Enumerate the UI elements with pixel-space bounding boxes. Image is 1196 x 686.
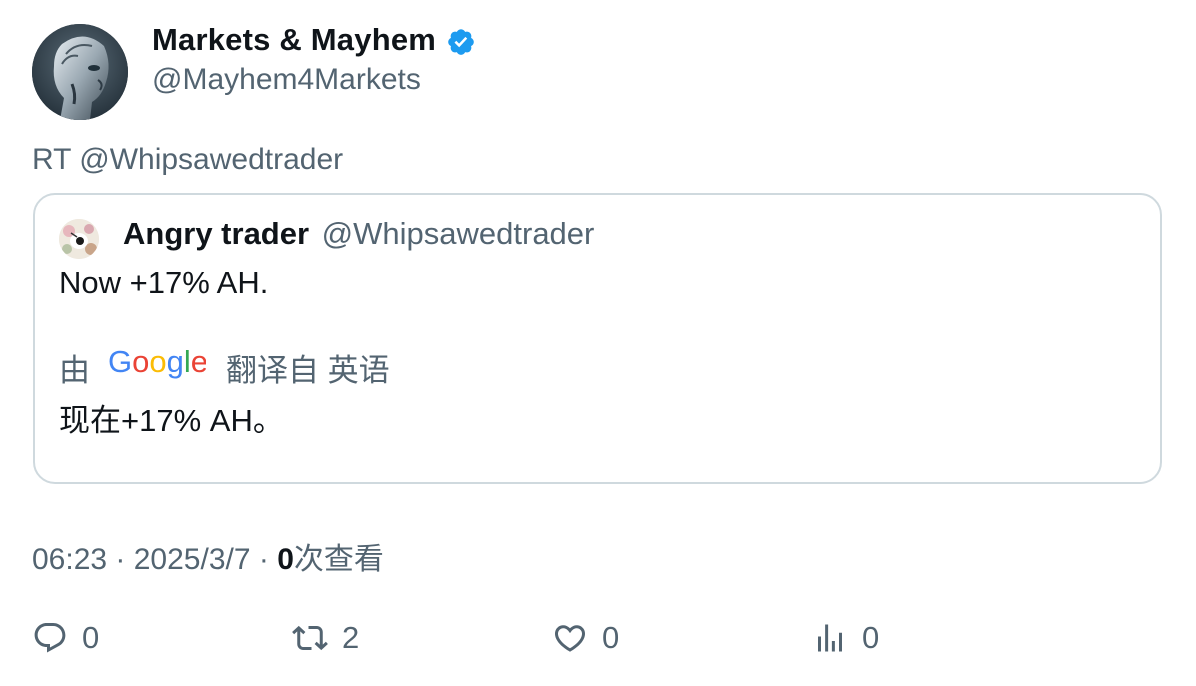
meta-separator: · bbox=[250, 543, 278, 576]
quoted-author-handle[interactable]: @Whipsawedtrader bbox=[322, 216, 595, 251]
like-count: 0 bbox=[602, 620, 620, 655]
views-count: 0 bbox=[277, 543, 294, 576]
quoted-author-name[interactable]: Angry trader bbox=[123, 216, 309, 251]
verified-badge-icon[interactable] bbox=[446, 27, 476, 57]
robot-avatar-image bbox=[32, 24, 128, 120]
retweet-text: RT @Whipsawedtrader bbox=[32, 143, 344, 176]
quoted-avatar-image bbox=[59, 219, 99, 259]
meta-separator: · bbox=[107, 543, 134, 576]
tweet-meta: 06:23 · 2025/3/7 · 0次查看 bbox=[32, 534, 384, 578]
translate-prefix: 由 bbox=[59, 353, 90, 388]
author-avatar[interactable] bbox=[32, 24, 128, 120]
quoted-tweet-card[interactable]: Angry trader @Whipsawedtrader Now +17% A… bbox=[33, 193, 1162, 484]
like-button[interactable]: 0 bbox=[552, 620, 619, 656]
retweet-icon bbox=[292, 625, 328, 651]
action-bar: 0 2 0 0 bbox=[32, 620, 1162, 660]
author-display-name[interactable]: Markets & Mayhem bbox=[152, 22, 436, 58]
tweet-time[interactable]: 06:23 bbox=[32, 543, 107, 576]
analytics-button[interactable]: 0 bbox=[812, 620, 879, 656]
google-logo: Google bbox=[108, 344, 208, 389]
quoted-author-avatar[interactable] bbox=[59, 219, 99, 259]
retweet-button[interactable]: 2 bbox=[292, 620, 359, 656]
translate-suffix[interactable]: 翻译自 英语 bbox=[226, 345, 390, 390]
tweet-date[interactable]: 2025/3/7 bbox=[134, 543, 251, 576]
author-handle[interactable]: @Mayhem4Markets bbox=[152, 63, 421, 97]
svg-text:Google: Google bbox=[108, 347, 206, 379]
like-icon bbox=[554, 625, 586, 652]
reply-icon bbox=[34, 623, 66, 653]
views-label: 次查看 bbox=[293, 543, 384, 576]
translation-attribution: 由 Google 翻译自 英语 bbox=[59, 344, 390, 390]
translated-text: 现在+17% AH。 bbox=[59, 403, 284, 438]
reply-count: 0 bbox=[82, 620, 100, 655]
analytics-icon bbox=[818, 624, 842, 652]
analytics-count: 0 bbox=[862, 620, 880, 655]
quoted-tweet-text: Now +17% AH. bbox=[59, 265, 269, 300]
retweet-count: 2 bbox=[342, 620, 360, 655]
reply-button[interactable]: 0 bbox=[32, 620, 99, 656]
